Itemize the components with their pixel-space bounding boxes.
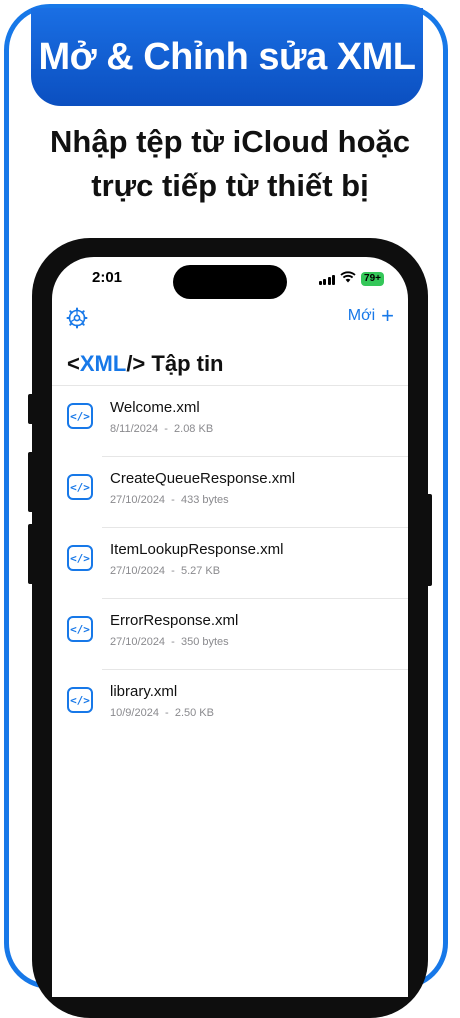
file-size: 5.27 KB	[180, 565, 221, 577]
file-meta: 27/10/2024 - 5.27 KB	[110, 565, 220, 577]
plus-icon: +	[381, 303, 394, 328]
settings-gear-icon[interactable]	[66, 307, 88, 329]
file-name: library.xml	[110, 683, 178, 700]
battery-icon: 79+	[361, 272, 384, 286]
file-meta: 10/9/2024 - 2.50 KB	[110, 707, 214, 719]
status-icons: 79+	[318, 270, 384, 288]
phone-side-button	[28, 394, 34, 424]
file-row[interactable]: </> CreateQueueResponse.xml 27/10/2024 -…	[52, 457, 408, 528]
meta-separator: -	[165, 636, 181, 648]
file-date: 10/9/2024	[110, 707, 159, 719]
xml-file-icon: </>	[67, 687, 93, 713]
file-name: CreateQueueResponse.xml	[110, 470, 296, 487]
file-size: 350 bytes	[180, 636, 229, 648]
xml-file-icon: </>	[67, 474, 93, 500]
title-text: Tập tin	[145, 351, 224, 376]
phone-power-button	[426, 494, 432, 586]
file-date: 27/10/2024	[110, 565, 166, 577]
file-row[interactable]: </> Welcome.xml 8/11/2024 - 2.08 KB	[52, 386, 408, 457]
file-size: 2.08 KB	[174, 423, 214, 435]
status-time: 2:01	[92, 269, 123, 286]
file-name: ItemLookupResponse.xml	[110, 541, 284, 558]
file-row[interactable]: </> library.xml 10/9/2024 - 2.50 KB	[52, 670, 408, 741]
new-file-button[interactable]: Mới +	[347, 303, 394, 328]
dynamic-island	[173, 265, 287, 299]
phone-volume-up	[28, 452, 34, 512]
promo-subtitle-line1: Nhập tệp từ iCloud hoặc	[50, 124, 410, 159]
meta-separator: -	[158, 707, 175, 719]
wifi-icon	[340, 270, 356, 288]
file-date: 27/10/2024	[110, 636, 166, 648]
title-open-bracket: <	[67, 351, 80, 376]
promo-banner: Mở & Chỉnh sửa XML	[31, 8, 423, 106]
file-meta: 27/10/2024 - 350 bytes	[110, 636, 229, 648]
file-date: 27/10/2024	[110, 494, 166, 506]
banner-title: Mở & Chỉnh sửa XML	[38, 35, 416, 78]
meta-separator: -	[165, 494, 181, 506]
app-screen: 2:01 79+ Mới + <XML/> Tập tin </> Welcom…	[52, 257, 408, 997]
file-row[interactable]: </> ErrorResponse.xml 27/10/2024 - 350 b…	[52, 599, 408, 670]
file-size: 433 bytes	[180, 494, 229, 506]
xml-file-icon: </>	[67, 403, 93, 429]
file-name: Welcome.xml	[110, 399, 200, 416]
file-name: ErrorResponse.xml	[110, 612, 239, 629]
promo-subtitle-line2: trực tiếp từ thiết bị	[91, 168, 369, 203]
cellular-signal-icon	[318, 274, 336, 285]
xml-file-icon: </>	[67, 545, 93, 571]
meta-separator: -	[165, 565, 181, 577]
xml-file-icon: </>	[67, 616, 93, 642]
file-meta: 27/10/2024 - 433 bytes	[110, 494, 229, 506]
file-row[interactable]: </> ItemLookupResponse.xml 27/10/2024 - …	[52, 528, 408, 599]
page-title: <XML/> Tập tin	[67, 351, 224, 377]
meta-separator: -	[158, 423, 175, 435]
title-close-bracket: />	[126, 351, 146, 376]
file-size: 2.50 KB	[174, 707, 214, 719]
file-date: 8/11/2024	[110, 423, 159, 435]
phone-volume-down	[28, 524, 34, 584]
file-meta: 8/11/2024 - 2.08 KB	[110, 423, 213, 435]
file-list: </> Welcome.xml 8/11/2024 - 2.08 KB </> …	[52, 386, 408, 741]
title-xml-word: XML	[79, 351, 127, 376]
new-file-label: Mới	[347, 307, 376, 324]
